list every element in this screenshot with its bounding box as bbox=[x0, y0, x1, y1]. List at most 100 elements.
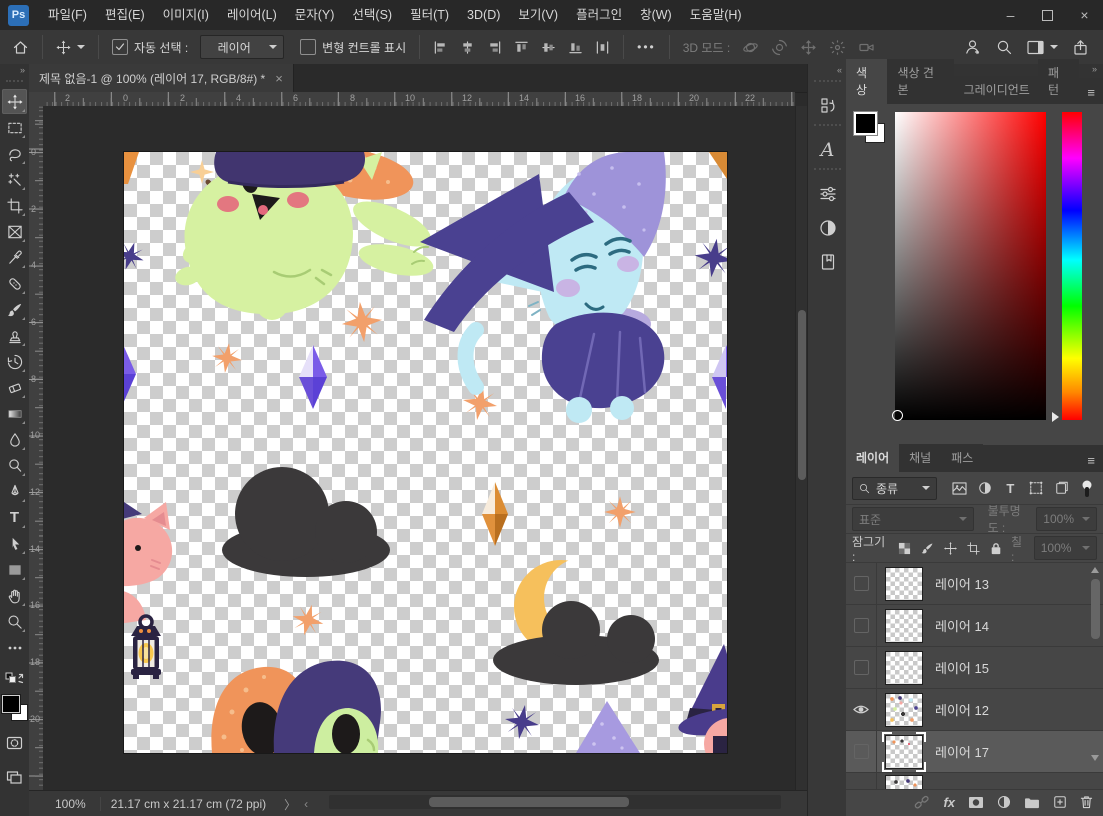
tool-history-brush[interactable] bbox=[2, 349, 27, 374]
layer-list-scrollbar[interactable] bbox=[1090, 565, 1101, 787]
tool-crop[interactable] bbox=[2, 193, 27, 218]
layer-name[interactable]: 레이어 17 bbox=[935, 742, 989, 761]
tab-layers[interactable]: 레이어 bbox=[846, 444, 900, 472]
align-left-button[interactable] bbox=[427, 33, 454, 61]
menu-3d[interactable]: 3D(D) bbox=[458, 0, 509, 30]
filter-smart-objects-icon[interactable] bbox=[1052, 477, 1072, 499]
tool-rectangular-marquee[interactable] bbox=[2, 115, 27, 140]
layer-thumbnail[interactable] bbox=[885, 608, 923, 643]
show-transform-checkbox[interactable]: 변형 컨트롤 표시 bbox=[294, 33, 412, 61]
align-top-button[interactable] bbox=[508, 33, 535, 61]
new-layer-button[interactable] bbox=[1053, 795, 1067, 809]
menu-file[interactable]: 파일(F) bbox=[39, 0, 96, 30]
tool-zoom[interactable] bbox=[2, 609, 27, 634]
horizontal-ruler[interactable]: 2 0 2 4 6 8 10 12 14 16 18 20 22 bbox=[43, 92, 795, 107]
lock-all-icon[interactable] bbox=[988, 537, 1005, 559]
add-mask-button[interactable] bbox=[968, 796, 984, 809]
layer-filter-dropdown[interactable]: 종류 bbox=[852, 476, 938, 500]
visibility-toggle[interactable] bbox=[846, 689, 877, 730]
lock-transparency-icon[interactable] bbox=[896, 537, 913, 559]
tool-rectangle[interactable] bbox=[2, 557, 27, 582]
tab-channels[interactable]: 채널 bbox=[899, 444, 942, 472]
tool-magic-wand[interactable] bbox=[2, 167, 27, 192]
history-panel-button[interactable] bbox=[808, 89, 847, 123]
delete-layer-button[interactable] bbox=[1080, 795, 1093, 809]
visibility-toggle[interactable] bbox=[846, 563, 877, 604]
horizontal-scrollbar[interactable] bbox=[329, 795, 781, 809]
foreground-color-swatch[interactable] bbox=[0, 694, 21, 714]
menu-select[interactable]: 선택(S) bbox=[343, 0, 401, 30]
account-button[interactable] bbox=[964, 38, 982, 56]
menu-edit[interactable]: 편집(E) bbox=[96, 0, 154, 30]
filter-toggle-icon[interactable] bbox=[1077, 477, 1097, 499]
layer-name[interactable]: 레이어 13 bbox=[935, 574, 989, 593]
share-button[interactable] bbox=[1072, 39, 1089, 56]
tool-frame[interactable] bbox=[2, 219, 27, 244]
lock-position-icon[interactable] bbox=[942, 537, 959, 559]
tool-eyedropper[interactable] bbox=[2, 245, 27, 270]
tab-paths[interactable]: 패스 bbox=[941, 444, 984, 472]
layer-thumbnail[interactable] bbox=[885, 566, 923, 601]
menu-type[interactable]: 문자(Y) bbox=[286, 0, 344, 30]
color-panel-swatches[interactable] bbox=[853, 111, 888, 146]
layer-name[interactable]: 레이어 12 bbox=[935, 700, 989, 719]
menu-layer[interactable]: 레이어(L) bbox=[218, 0, 286, 30]
layer-row[interactable]: 레이어 13 bbox=[846, 563, 1103, 605]
hue-slider[interactable] bbox=[1062, 112, 1082, 420]
hue-slider-marker[interactable] bbox=[1052, 412, 1059, 422]
visibility-toggle[interactable] bbox=[846, 605, 877, 646]
minimize-button[interactable]: – bbox=[992, 0, 1029, 30]
menu-view[interactable]: 보기(V) bbox=[509, 0, 567, 30]
quick-mask-button[interactable] bbox=[2, 730, 27, 755]
new-group-button[interactable] bbox=[1024, 796, 1040, 809]
screen-mode-button[interactable] bbox=[2, 765, 27, 790]
zoom-level[interactable]: 100% bbox=[29, 797, 100, 811]
adjustment-layer-button[interactable] bbox=[997, 795, 1011, 809]
tab-color[interactable]: 색상 bbox=[846, 59, 888, 104]
layer-name[interactable]: 레이어 14 bbox=[935, 616, 989, 635]
color-field-marker[interactable] bbox=[892, 410, 903, 421]
visibility-toggle[interactable] bbox=[846, 731, 877, 772]
layer-row[interactable]: 레이어 12 bbox=[846, 689, 1103, 731]
filter-pixel-layers-icon[interactable] bbox=[949, 477, 969, 499]
toolbar-grip[interactable] bbox=[6, 80, 23, 88]
vertical-scrollbar-thumb[interactable] bbox=[798, 310, 806, 480]
status-chevron-icon[interactable]: 〉 bbox=[276, 796, 304, 813]
menu-filter[interactable]: 필터(T) bbox=[401, 0, 458, 30]
tab-swatches[interactable]: 색상 견본 bbox=[887, 59, 954, 104]
more-align-options-button[interactable]: ••• bbox=[631, 33, 662, 61]
home-button[interactable] bbox=[6, 33, 35, 61]
layer-row[interactable]: 레이어 14 bbox=[846, 605, 1103, 647]
filter-adjustment-layers-icon[interactable] bbox=[975, 477, 995, 499]
close-button[interactable]: × bbox=[1066, 0, 1103, 30]
search-button[interactable] bbox=[996, 39, 1013, 56]
workspace-button[interactable] bbox=[1027, 40, 1058, 55]
tool-more[interactable] bbox=[2, 635, 27, 660]
layer-row[interactable]: 레이어 15 bbox=[846, 647, 1103, 689]
distribute-h-button[interactable] bbox=[589, 33, 616, 61]
tool-hand[interactable] bbox=[2, 583, 27, 608]
panel-menu-icon[interactable]: ≡ bbox=[1079, 449, 1103, 472]
scroll-up-icon[interactable] bbox=[1091, 567, 1099, 573]
layer-row-selected[interactable]: 레이어 17 bbox=[846, 731, 1103, 773]
foreground-color-swatch[interactable] bbox=[853, 111, 878, 136]
tool-move[interactable] bbox=[2, 89, 27, 114]
tool-brush[interactable] bbox=[2, 297, 27, 322]
layer-thumbnail[interactable] bbox=[885, 692, 923, 727]
align-middle-button[interactable] bbox=[535, 33, 562, 61]
dock-collapse-button[interactable]: « bbox=[808, 64, 847, 79]
tab-close-icon[interactable]: × bbox=[275, 71, 283, 86]
toolbar-expand-button[interactable]: » bbox=[0, 64, 29, 79]
layer-style-button[interactable]: fx bbox=[943, 795, 955, 810]
vertical-ruler[interactable]: 0 2 4 6 8 10 12 14 16 18 20 bbox=[29, 106, 44, 790]
panel-menu-icon[interactable]: ≡ bbox=[1079, 81, 1103, 104]
auto-select-checkbox[interactable]: 자동 선택 : bbox=[106, 33, 194, 61]
tool-path-selection[interactable] bbox=[2, 531, 27, 556]
tool-dodge[interactable] bbox=[2, 453, 27, 478]
pasteboard[interactable] bbox=[43, 106, 795, 790]
layer-thumbnail[interactable] bbox=[885, 650, 923, 685]
move-tool-preset[interactable] bbox=[50, 33, 91, 61]
maximize-button[interactable] bbox=[1029, 0, 1066, 30]
layer-row-partial[interactable] bbox=[846, 773, 1103, 789]
scroll-down-icon[interactable] bbox=[1091, 755, 1099, 761]
